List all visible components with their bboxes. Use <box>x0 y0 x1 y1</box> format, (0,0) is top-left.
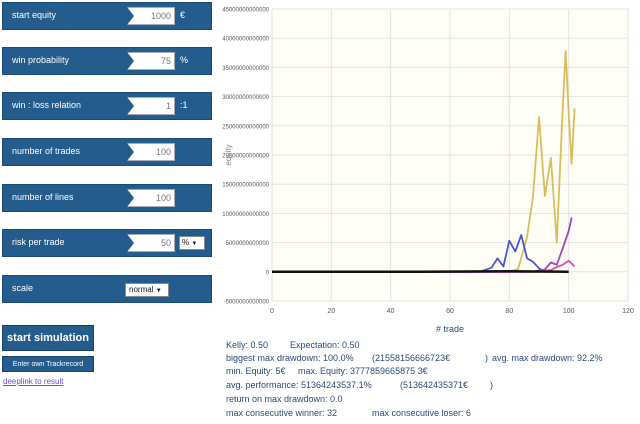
input-arrow-icon <box>127 52 134 70</box>
input-arrow-icon <box>127 97 134 115</box>
x-tick-label: 40 <box>387 308 395 315</box>
param-scale: scale normal ▼ <box>2 275 212 303</box>
param-unit: % <box>180 55 189 65</box>
y-tick-label: 15000000000000 <box>222 183 269 189</box>
start-simulation-button[interactable]: start simulation <box>2 325 94 351</box>
avg-max-drawdown-stat: avg. max drawdown: 92.2% <box>492 353 603 363</box>
avg-performance-value: (513642435371€ <box>400 380 469 390</box>
param-win-loss-relation: win : loss relation :1 <box>2 92 212 120</box>
param-unit: € <box>180 10 186 20</box>
risk-unit-select[interactable]: % ▼ <box>179 236 205 250</box>
param-label: risk per trade <box>12 237 65 247</box>
equity-chart-svg: 0 20 40 60 80 100 120-500000000000005000000000… <box>222 8 634 335</box>
max-consecutive-loser-stat: max consecutive loser: 6 <box>372 408 472 418</box>
x-tick-label: 100 <box>563 308 575 315</box>
series-line <box>272 269 569 274</box>
input-arrow-icon <box>127 189 134 207</box>
param-win-probability: win probability % <box>2 47 212 75</box>
deeplink-to-result-link[interactable]: deeplink to result <box>3 377 63 386</box>
param-risk-per-trade: risk per trade % ▼ <box>2 229 212 257</box>
param-label: number of trades <box>12 146 81 156</box>
scale-value: normal <box>129 285 154 294</box>
risk-unit-value: % <box>182 238 190 247</box>
number-of-lines-input[interactable] <box>127 189 175 207</box>
param-start-equity: start equity € <box>2 2 212 30</box>
scale-select[interactable]: normal ▼ <box>125 283 169 297</box>
chevron-down-icon: ▼ <box>191 241 198 247</box>
y-tick-label: 0 <box>266 270 270 276</box>
input-arrow-icon <box>127 7 134 25</box>
y-axis-label: equity <box>224 144 233 165</box>
param-label: start equity <box>12 10 57 20</box>
y-tick-label: -5000000000000 <box>224 300 270 306</box>
param-number-of-trades: number of trades <box>2 138 212 166</box>
return-on-max-drawdown-stat: return on max drawdown: 0.0 <box>226 394 343 404</box>
min-equity-stat: min. Equity: 5€ <box>226 366 286 376</box>
win-probability-input[interactable] <box>127 52 175 70</box>
avg-performance-stat: avg. performance: 51364243537.1% <box>226 380 372 390</box>
x-tick-label: 0 <box>270 308 274 315</box>
chevron-down-icon: ▼ <box>155 288 162 294</box>
y-tick-label: 30000000000000 <box>222 95 269 101</box>
risk-per-trade-input[interactable] <box>127 234 175 252</box>
y-tick-label: 10000000000000 <box>222 212 269 218</box>
y-tick-label: 5000000000000 <box>226 241 270 247</box>
y-tick-label: 35000000000000 <box>222 66 269 72</box>
x-tick-label: 20 <box>327 308 335 315</box>
x-axis-label: # trade <box>436 324 464 334</box>
x-tick-label: 60 <box>446 308 454 315</box>
param-number-of-lines: number of lines <box>2 184 212 212</box>
biggest-max-drawdown-close: ) <box>485 353 488 363</box>
y-tick-label: 45000000000000 <box>222 8 269 14</box>
biggest-max-drawdown-stat: biggest max drawdown: 100.0% <box>226 353 354 363</box>
avg-performance-close: ) <box>490 380 493 390</box>
start-equity-input[interactable] <box>127 7 175 25</box>
max-equity-stat: max. Equity: 3777859665875 3€ <box>298 366 428 376</box>
kelly-stat: Kelly: 0.50 <box>226 340 269 350</box>
win-loss-relation-input[interactable] <box>127 97 175 115</box>
y-tick-label: 25000000000000 <box>222 124 269 130</box>
enter-trackrecord-button[interactable]: Enter own Trackrecord <box>2 356 94 372</box>
param-unit: :1 <box>180 100 188 110</box>
param-label: scale <box>12 283 34 293</box>
param-label: win : loss relation <box>12 100 82 110</box>
param-label: win probability <box>12 55 70 65</box>
x-tick-label: 80 <box>505 308 513 315</box>
number-of-trades-input[interactable] <box>127 143 175 161</box>
param-label: number of lines <box>12 192 74 202</box>
y-tick-label: 40000000000000 <box>222 37 269 43</box>
biggest-max-drawdown-value: (21558156666723€ <box>372 353 451 363</box>
expectation-stat: Expectation: 0.50 <box>290 340 360 350</box>
x-tick-label: 120 <box>622 308 634 315</box>
input-arrow-icon <box>127 143 134 161</box>
max-consecutive-winner-stat: max consecutive winner: 32 <box>226 408 338 418</box>
equity-chart: 0 20 40 60 80 100 120 -5000000000000 0 5000000000… <box>214 0 640 340</box>
input-arrow-icon <box>127 234 134 252</box>
